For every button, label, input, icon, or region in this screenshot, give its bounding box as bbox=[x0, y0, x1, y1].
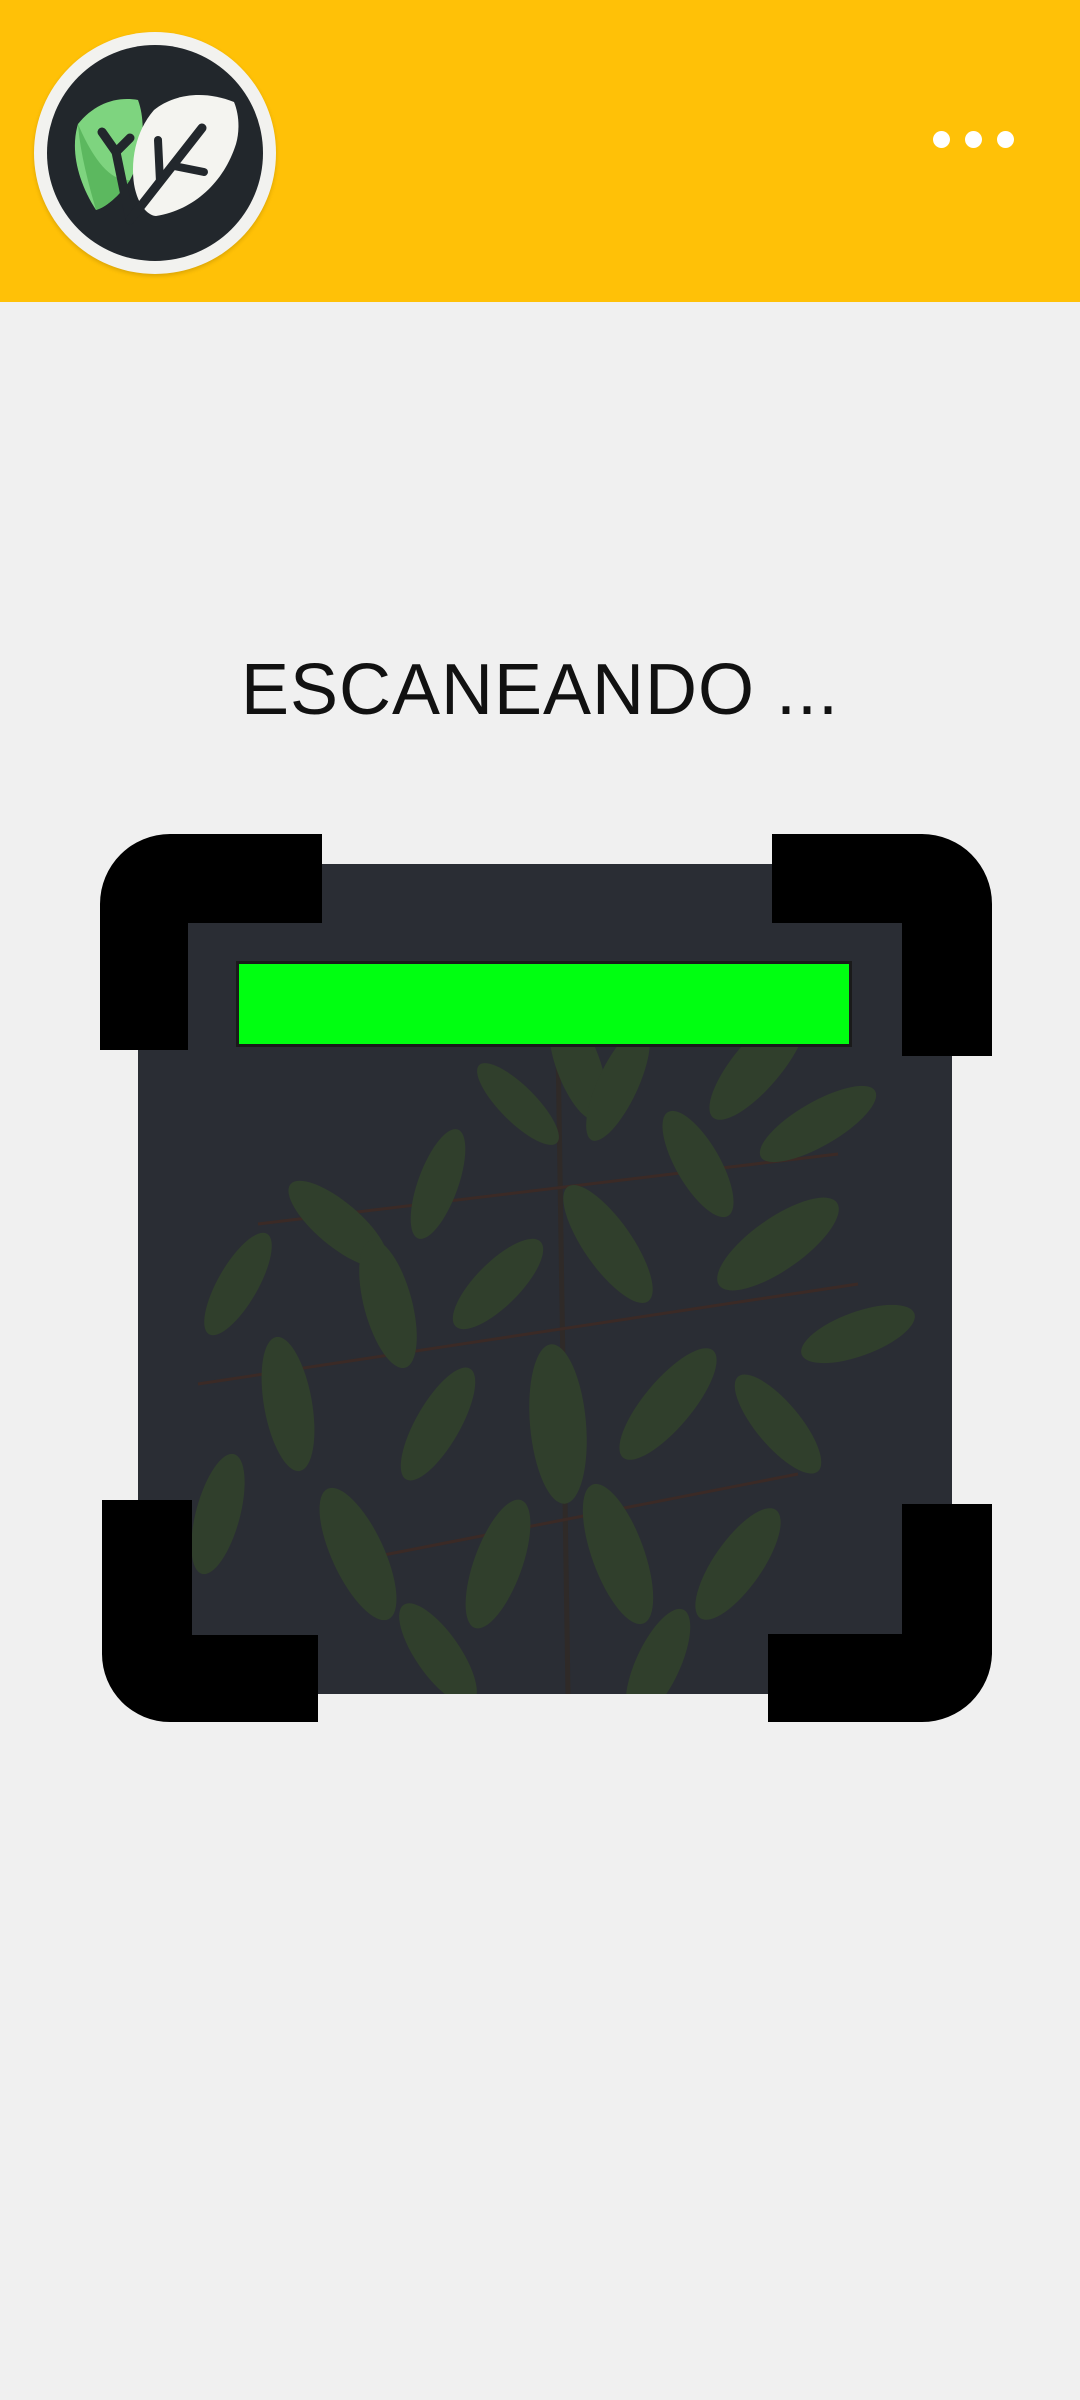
scan-status-title: ESCANEANDO ... bbox=[240, 650, 840, 730]
more-horizontal-icon bbox=[933, 131, 950, 148]
more-options-button[interactable] bbox=[910, 110, 1030, 170]
scanner-corner-bottom-left bbox=[102, 1500, 318, 1722]
more-dot bbox=[997, 131, 1014, 148]
leaf-logo-icon bbox=[47, 45, 263, 261]
app-logo bbox=[34, 32, 276, 274]
scan-progress-bar bbox=[236, 961, 852, 1047]
scanner-corner-top-right bbox=[772, 834, 992, 1056]
more-dot bbox=[965, 131, 982, 148]
scanner-corner-top-left bbox=[100, 834, 322, 1050]
scanner-corner-bottom-right bbox=[768, 1504, 992, 1722]
app-bar bbox=[0, 0, 1080, 302]
